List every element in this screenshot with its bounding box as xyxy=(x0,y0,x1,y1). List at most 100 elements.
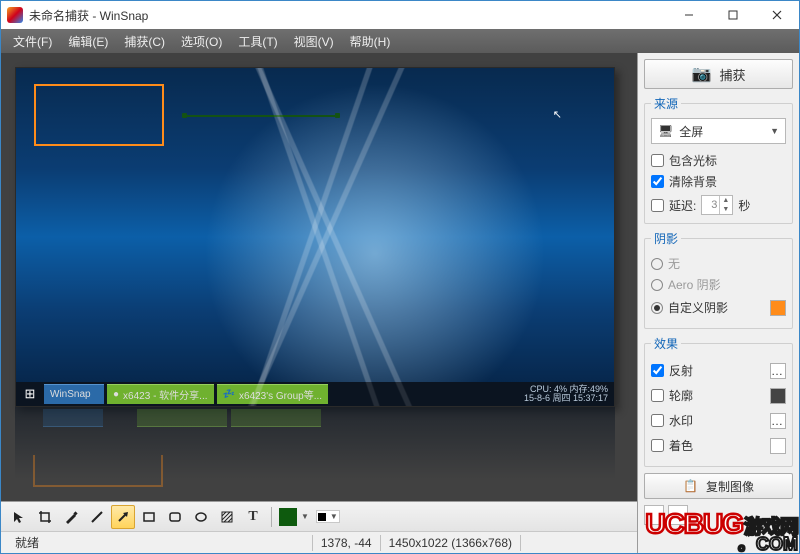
toolbar-separator xyxy=(271,507,272,527)
extra-swatch-2[interactable] xyxy=(668,505,688,525)
canvas-viewport[interactable]: ↖ ⊞ WinSnap ● x6423 - 软件分享... 💤 x6423's … xyxy=(1,53,637,501)
titlebar: 未命名捕获 - WinSnap xyxy=(1,1,799,29)
copy-image-label: 复制图像 xyxy=(706,478,754,495)
start-button-icon: ⊞ xyxy=(19,384,41,404)
chevron-down-icon: ▼ xyxy=(301,512,309,521)
menu-capture[interactable]: 捕获(C) xyxy=(116,31,173,52)
effects-legend: 效果 xyxy=(651,335,681,352)
status-text: 就绪 xyxy=(7,534,47,551)
taskbar-item-label: x6423's Group等... xyxy=(239,387,322,402)
shadow-color-swatch[interactable] xyxy=(770,300,786,316)
taskbar-item: 💤 x6423's Group等... xyxy=(217,384,329,404)
maximize-button[interactable] xyxy=(711,1,755,29)
tool-rectangle[interactable] xyxy=(137,505,161,529)
capture-button-label: 捕获 xyxy=(719,65,745,84)
tool-pointer[interactable] xyxy=(7,505,31,529)
system-tray: CPU: 4% 内存:49% 15-8-6 周四 15:37:17 xyxy=(518,385,614,404)
annotation-rectangle[interactable] xyxy=(34,84,164,146)
source-group: 来源 🖥 全屏 ▼ 包含光标 清除背景 xyxy=(644,95,793,224)
copy-icon: 📋 xyxy=(683,479,698,493)
canvas-area: ↖ ⊞ WinSnap ● x6423 - 软件分享... 💤 x6423's … xyxy=(1,53,637,553)
effect-watermark-label: 水印 xyxy=(669,412,693,429)
stroke-color-picker[interactable]: ▼ xyxy=(276,507,312,527)
fill-color-picker[interactable]: ▼ xyxy=(316,510,340,523)
stroke-swatch-icon xyxy=(279,508,297,526)
spinner-up-icon[interactable]: ▲ xyxy=(720,196,731,205)
source-mode-select[interactable]: 🖥 全屏 ▼ xyxy=(651,118,786,144)
shadow-custom-radio[interactable]: 自定义阴影 xyxy=(651,297,770,318)
tool-roundrect[interactable] xyxy=(163,505,187,529)
tool-text[interactable]: T xyxy=(241,505,265,529)
annotation-toolbar: T ▼ ▼ xyxy=(1,501,637,531)
window-title: 未命名捕获 - WinSnap xyxy=(29,7,148,24)
camera-icon: 📷 xyxy=(692,64,712,84)
delay-spinner[interactable]: 3 ▲▼ xyxy=(701,195,733,215)
chevron-down-icon: ▼ xyxy=(770,126,779,136)
tool-line[interactable] xyxy=(85,505,109,529)
capture-button[interactable]: 📷 捕获 xyxy=(644,59,793,89)
shadow-none-radio[interactable]: 无 xyxy=(651,253,786,274)
tool-hatch[interactable] xyxy=(215,505,239,529)
app-window: 未命名捕获 - WinSnap 文件(F) 编辑(E) 捕获(C) 选项(O) … xyxy=(0,0,800,554)
effect-reflect-checkbox[interactable]: 反射 xyxy=(651,360,770,381)
effects-group: 效果 反射 … 轮廓 水印 … 着色 xyxy=(644,335,793,467)
statusbar: 就绪 1378, -44 1450x1022 (1366x768) xyxy=(1,531,637,553)
spinner-down-icon[interactable]: ▼ xyxy=(720,205,731,214)
shadow-custom-label: 自定义阴影 xyxy=(668,299,728,316)
effect-reflect-settings[interactable]: … xyxy=(770,363,786,379)
menu-options[interactable]: 选项(O) xyxy=(173,31,230,52)
delay-value: 3 xyxy=(711,199,717,211)
source-legend: 来源 xyxy=(651,95,681,112)
taskbar-item: WinSnap xyxy=(44,384,104,404)
include-cursor-label: 包含光标 xyxy=(669,152,717,169)
menu-file[interactable]: 文件(F) xyxy=(5,31,60,52)
minimize-button[interactable] xyxy=(667,1,711,29)
menu-view[interactable]: 视图(V) xyxy=(286,31,342,52)
effect-tint-label: 着色 xyxy=(669,437,693,454)
menu-help[interactable]: 帮助(H) xyxy=(342,31,399,52)
tool-arrow[interactable] xyxy=(111,505,135,529)
tray-clock: 15-8-6 周四 15:37:17 xyxy=(524,394,608,403)
effect-tint-swatch[interactable] xyxy=(770,438,786,454)
delay-unit: 秒 xyxy=(738,197,750,214)
effect-tint-checkbox[interactable]: 着色 xyxy=(651,435,770,456)
monitor-icon: 🖥 xyxy=(658,124,673,138)
effect-outline-swatch[interactable] xyxy=(770,388,786,404)
effect-outline-checkbox[interactable]: 轮廓 xyxy=(651,385,770,406)
include-cursor-checkbox[interactable]: 包含光标 xyxy=(651,150,786,171)
clear-bg-label: 清除背景 xyxy=(669,173,717,190)
menu-tools[interactable]: 工具(T) xyxy=(230,31,285,52)
close-button[interactable] xyxy=(755,1,799,29)
tool-ellipse[interactable] xyxy=(189,505,213,529)
shadow-aero-radio[interactable]: Aero 阴影 xyxy=(651,274,786,295)
status-dimensions: 1450x1022 (1366x768) xyxy=(381,536,520,550)
copy-image-button[interactable]: 📋 复制图像 xyxy=(644,473,793,499)
app-icon xyxy=(7,7,23,23)
reflection-effect xyxy=(15,407,615,487)
menubar: 文件(F) 编辑(E) 捕获(C) 选项(O) 工具(T) 视图(V) 帮助(H… xyxy=(1,29,799,53)
captured-screenshot[interactable]: ↖ ⊞ WinSnap ● x6423 - 软件分享... 💤 x6423's … xyxy=(15,67,615,407)
effect-watermark-checkbox[interactable]: 水印 xyxy=(651,410,770,431)
chevron-down-icon: ▼ xyxy=(330,512,338,521)
shadow-aero-label: Aero 阴影 xyxy=(668,276,721,293)
annotation-line[interactable] xyxy=(184,115,338,117)
delay-label: 延迟: xyxy=(669,197,696,214)
source-mode-label: 全屏 xyxy=(679,123,703,140)
tool-crop[interactable] xyxy=(33,505,57,529)
clear-bg-checkbox[interactable]: 清除背景 xyxy=(651,171,786,192)
extra-swatch-1[interactable] xyxy=(644,505,664,525)
main-area: ↖ ⊞ WinSnap ● x6423 - 软件分享... 💤 x6423's … xyxy=(1,53,799,553)
menu-edit[interactable]: 编辑(E) xyxy=(60,31,116,52)
screenshot-taskbar: ⊞ WinSnap ● x6423 - 软件分享... 💤 x6423's Gr… xyxy=(16,382,614,406)
effect-outline-label: 轮廓 xyxy=(669,387,693,404)
taskbar-item: ● x6423 - 软件分享... xyxy=(107,384,214,404)
taskbar-item-label: x6423 - 软件分享... xyxy=(123,387,207,402)
effect-watermark-settings[interactable]: … xyxy=(770,413,786,429)
status-coords: 1378, -44 xyxy=(313,536,380,550)
tool-pen[interactable] xyxy=(59,505,83,529)
delay-checkbox[interactable] xyxy=(651,199,664,212)
side-panel: 📷 捕获 来源 🖥 全屏 ▼ 包含光标 清除背景 xyxy=(637,53,799,553)
effect-reflect-label: 反射 xyxy=(669,362,693,379)
shadow-none-label: 无 xyxy=(668,255,680,272)
fill-swatch-icon xyxy=(318,513,326,521)
